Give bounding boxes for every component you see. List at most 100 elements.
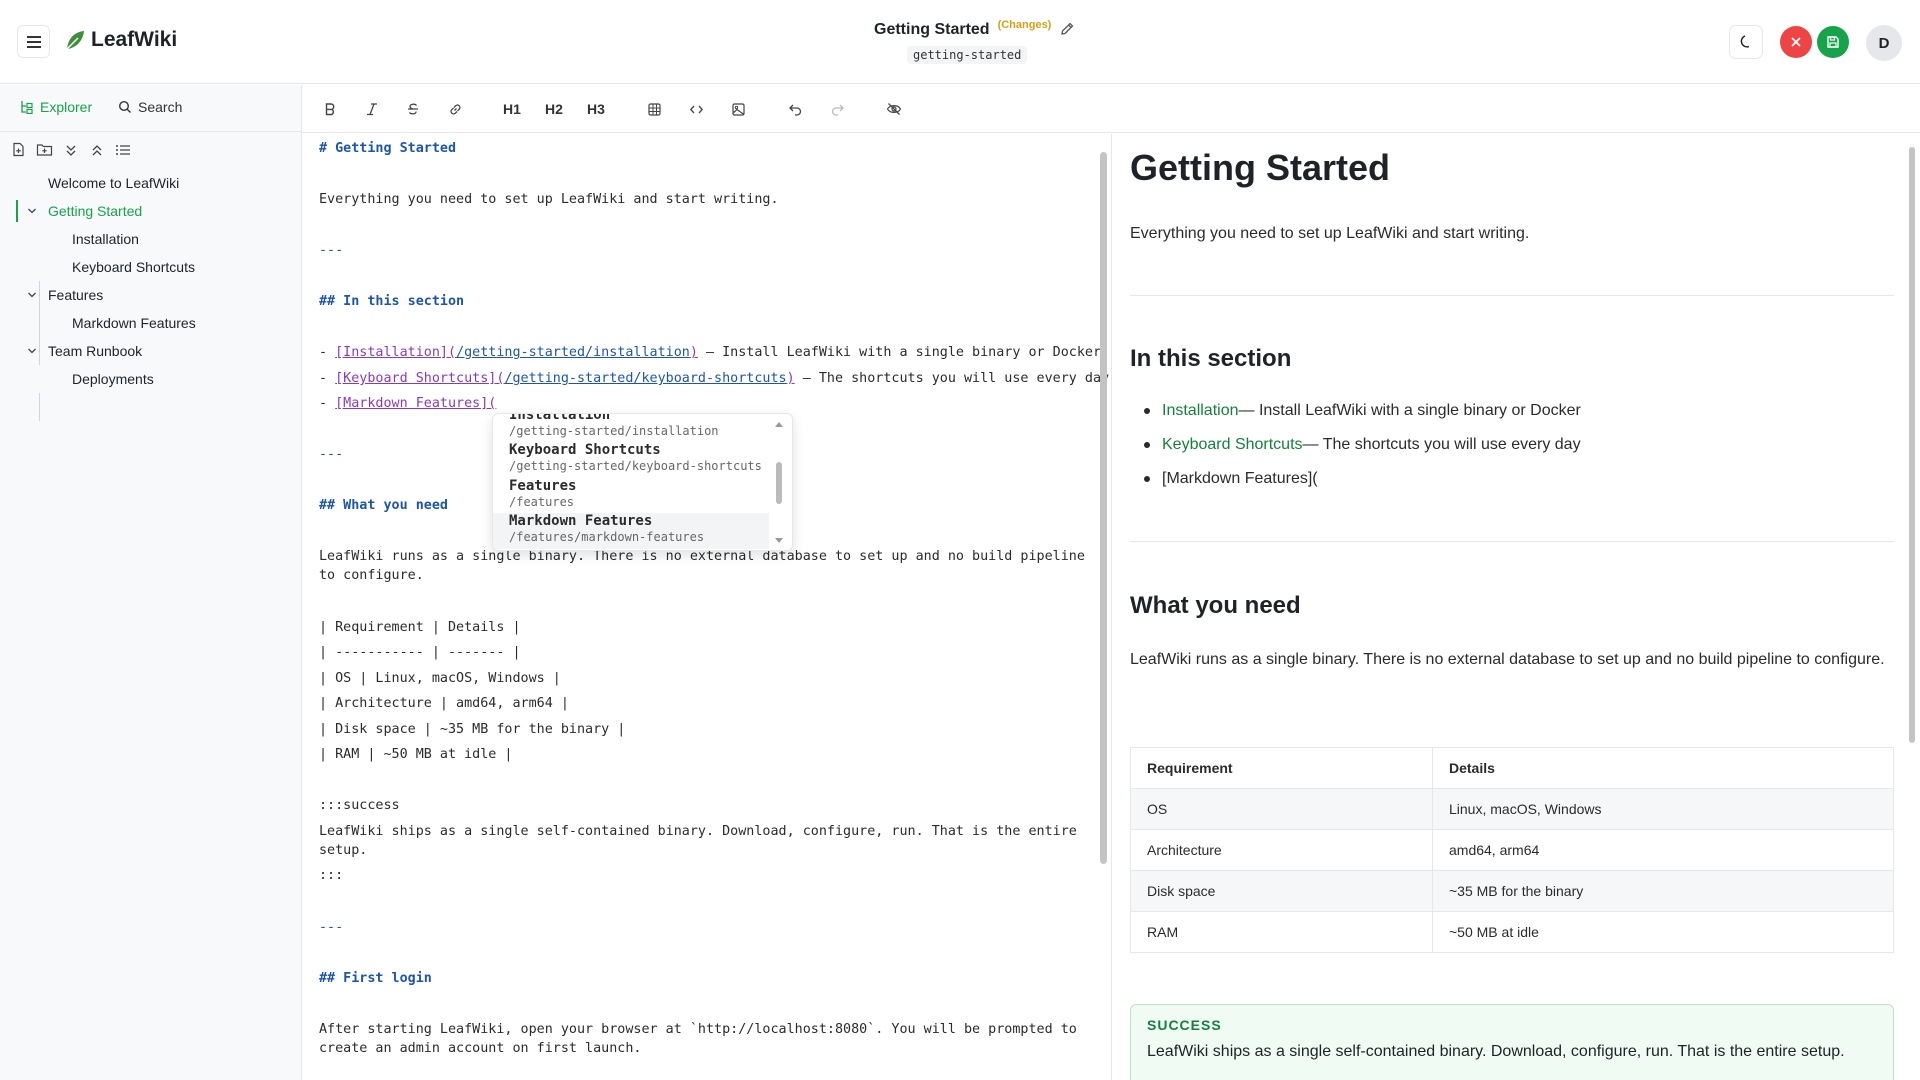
tab-search[interactable]: Search (118, 99, 182, 115)
success-callout-title: SUCCESS (1147, 1017, 1222, 1033)
autocomplete-item-path: /features/markdown-features (509, 530, 705, 544)
tree-item-label: Keyboard Shortcuts (72, 259, 195, 275)
editor-line: --- (319, 243, 344, 258)
preview-link-keyboard-shortcuts[interactable]: Keyboard Shortcuts (1162, 436, 1303, 454)
autocomplete-item-path: /features (509, 495, 575, 509)
tree-item-label: Markdown Features (72, 315, 196, 331)
autocomplete-item-selected[interactable]: Markdown Features /features/markdown-fea… (493, 513, 769, 549)
editor-scrollbar[interactable] (1099, 142, 1108, 1080)
strikethrough-button[interactable] (400, 97, 426, 121)
editor-line: | OS | Linux, macOS, Windows | (319, 671, 561, 686)
code-button[interactable] (683, 97, 709, 121)
editor-line: create an admin account on first launch. (319, 1041, 642, 1056)
list-view-button[interactable] (114, 141, 131, 158)
link-autocomplete-popup: Installation /getting-started/installati… (492, 413, 793, 551)
tree-item-label: Installation (72, 231, 139, 247)
tree-item-keyboard-shortcuts[interactable]: Keyboard Shortcuts (0, 253, 301, 281)
editor-line: | Disk space | ~35 MB for the binary | (319, 722, 626, 737)
tree-item-label: Getting Started (48, 203, 143, 219)
preview-list-text: — Install LeafWiki with a single binary … (1238, 402, 1581, 419)
preview-h2: In this section (1130, 345, 1292, 372)
save-button[interactable] (1817, 26, 1849, 58)
new-folder-button[interactable] (36, 141, 53, 158)
user-avatar[interactable]: D (1866, 25, 1902, 61)
preview-list-text: [Markdown Features]( (1162, 470, 1318, 487)
preview-scrollbar[interactable] (1907, 139, 1917, 1080)
tree-item-deployments[interactable]: Deployments (0, 365, 301, 393)
md-link-close: ) (786, 371, 795, 386)
edit-title-button[interactable] (1059, 21, 1075, 42)
theme-toggle-button[interactable] (1729, 25, 1763, 59)
table-cell: ~50 MB at idle (1432, 911, 1894, 953)
new-page-button[interactable] (10, 141, 27, 158)
autocomplete-item[interactable]: Keyboard Shortcuts /getting-started/keyb… (493, 442, 769, 478)
save-icon (1827, 36, 1839, 48)
autocomplete-item-title: Features (509, 478, 577, 494)
italic-button[interactable] (359, 97, 385, 121)
success-callout-body: LeafWiki ships as a single self-containe… (1147, 1043, 1845, 1060)
editor-line: to configure. (319, 568, 424, 583)
caret-up-icon (775, 422, 783, 427)
tree-item-installation[interactable]: Installation (0, 225, 301, 253)
autocomplete-item[interactable]: Installation /getting-started/installati… (493, 414, 769, 443)
close-icon (1791, 37, 1801, 47)
heading-3-button[interactable]: H3 (581, 97, 611, 121)
leaf-icon (66, 31, 84, 50)
chevron-down-icon[interactable] (26, 205, 38, 217)
editor-line: # Getting Started (319, 141, 457, 156)
bold-button[interactable] (317, 97, 343, 121)
image-button[interactable] (725, 97, 751, 121)
markdown-preview: Getting Started Everything you need to s… (1113, 134, 1920, 1080)
editor-line: ::: (319, 868, 344, 883)
editor-toolbar: H1 H2 H3 (302, 85, 1920, 133)
folder-plus-icon (36, 144, 53, 156)
autocomplete-item-title: Markdown Features (509, 513, 653, 529)
caret-down-icon (775, 538, 783, 543)
autocomplete-scrollbar[interactable] (774, 418, 784, 548)
hamburger-icon (26, 35, 41, 48)
autocomplete-item[interactable]: Features /features (493, 478, 769, 514)
chevron-down-icon[interactable] (26, 345, 38, 357)
editor-line: | Architecture | amd64, arm64 | (319, 696, 569, 711)
preview-h1: Getting Started (1130, 147, 1391, 188)
preview-paragraph: LeafWiki runs as a single binary. There … (1130, 651, 1885, 668)
menu-button[interactable] (17, 25, 50, 58)
tree-item-markdown-features[interactable]: Markdown Features (0, 309, 301, 337)
preview-divider (1130, 295, 1894, 296)
autocomplete-scrollbar-thumb[interactable] (776, 462, 782, 504)
undo-icon (788, 104, 801, 116)
chevron-down-icon[interactable] (26, 289, 38, 301)
preview-link-installation[interactable]: Installation (1162, 402, 1239, 420)
tree-toolbar (10, 141, 131, 158)
page-title-group: Getting Started (Changes) (874, 18, 1075, 42)
tree-item-getting-started[interactable]: Getting Started (0, 197, 301, 225)
bullet (1144, 476, 1150, 482)
table-cell: OS (1130, 788, 1433, 830)
tree-guide-line (39, 393, 40, 421)
preview-scrollbar-thumb[interactable] (1909, 147, 1915, 743)
table-cell: Disk space (1130, 870, 1433, 912)
undo-button[interactable] (782, 97, 808, 121)
cancel-edit-button[interactable] (1780, 26, 1812, 58)
expand-all-button[interactable] (62, 141, 79, 158)
table-row: Architecture amd64, arm64 (1130, 829, 1894, 871)
tree-item-welcome[interactable]: Welcome to LeafWiki (0, 169, 301, 197)
table-button[interactable] (641, 97, 667, 121)
sidebar: Explorer Search Welcome to LeafWiki Gett… (0, 85, 302, 1080)
heading-1-button[interactable]: H1 (497, 97, 527, 121)
editor-scrollbar-thumb[interactable] (1100, 152, 1107, 864)
toggle-preview-button[interactable] (881, 97, 907, 121)
md-line-rest: — The shortcuts you will use every day (794, 371, 1110, 386)
chevrons-down-icon (66, 145, 75, 156)
app-logo[interactable]: LeafWiki (64, 28, 177, 52)
collapse-all-button[interactable] (88, 141, 105, 158)
link-button[interactable] (442, 97, 468, 121)
table-cell: ~35 MB for the binary (1432, 870, 1894, 912)
tab-explorer[interactable]: Explorer (20, 99, 92, 115)
top-bar: LeafWiki Getting Started (Changes) getti… (0, 0, 1920, 84)
heading-2-button[interactable]: H2 (539, 97, 569, 121)
markdown-editor[interactable]: # Getting Started Everything you need to… (302, 134, 1112, 1080)
tree-item-features[interactable]: Features (0, 281, 301, 309)
redo-button[interactable] (824, 97, 850, 121)
tree-item-team-runbook[interactable]: Team Runbook (0, 337, 301, 365)
